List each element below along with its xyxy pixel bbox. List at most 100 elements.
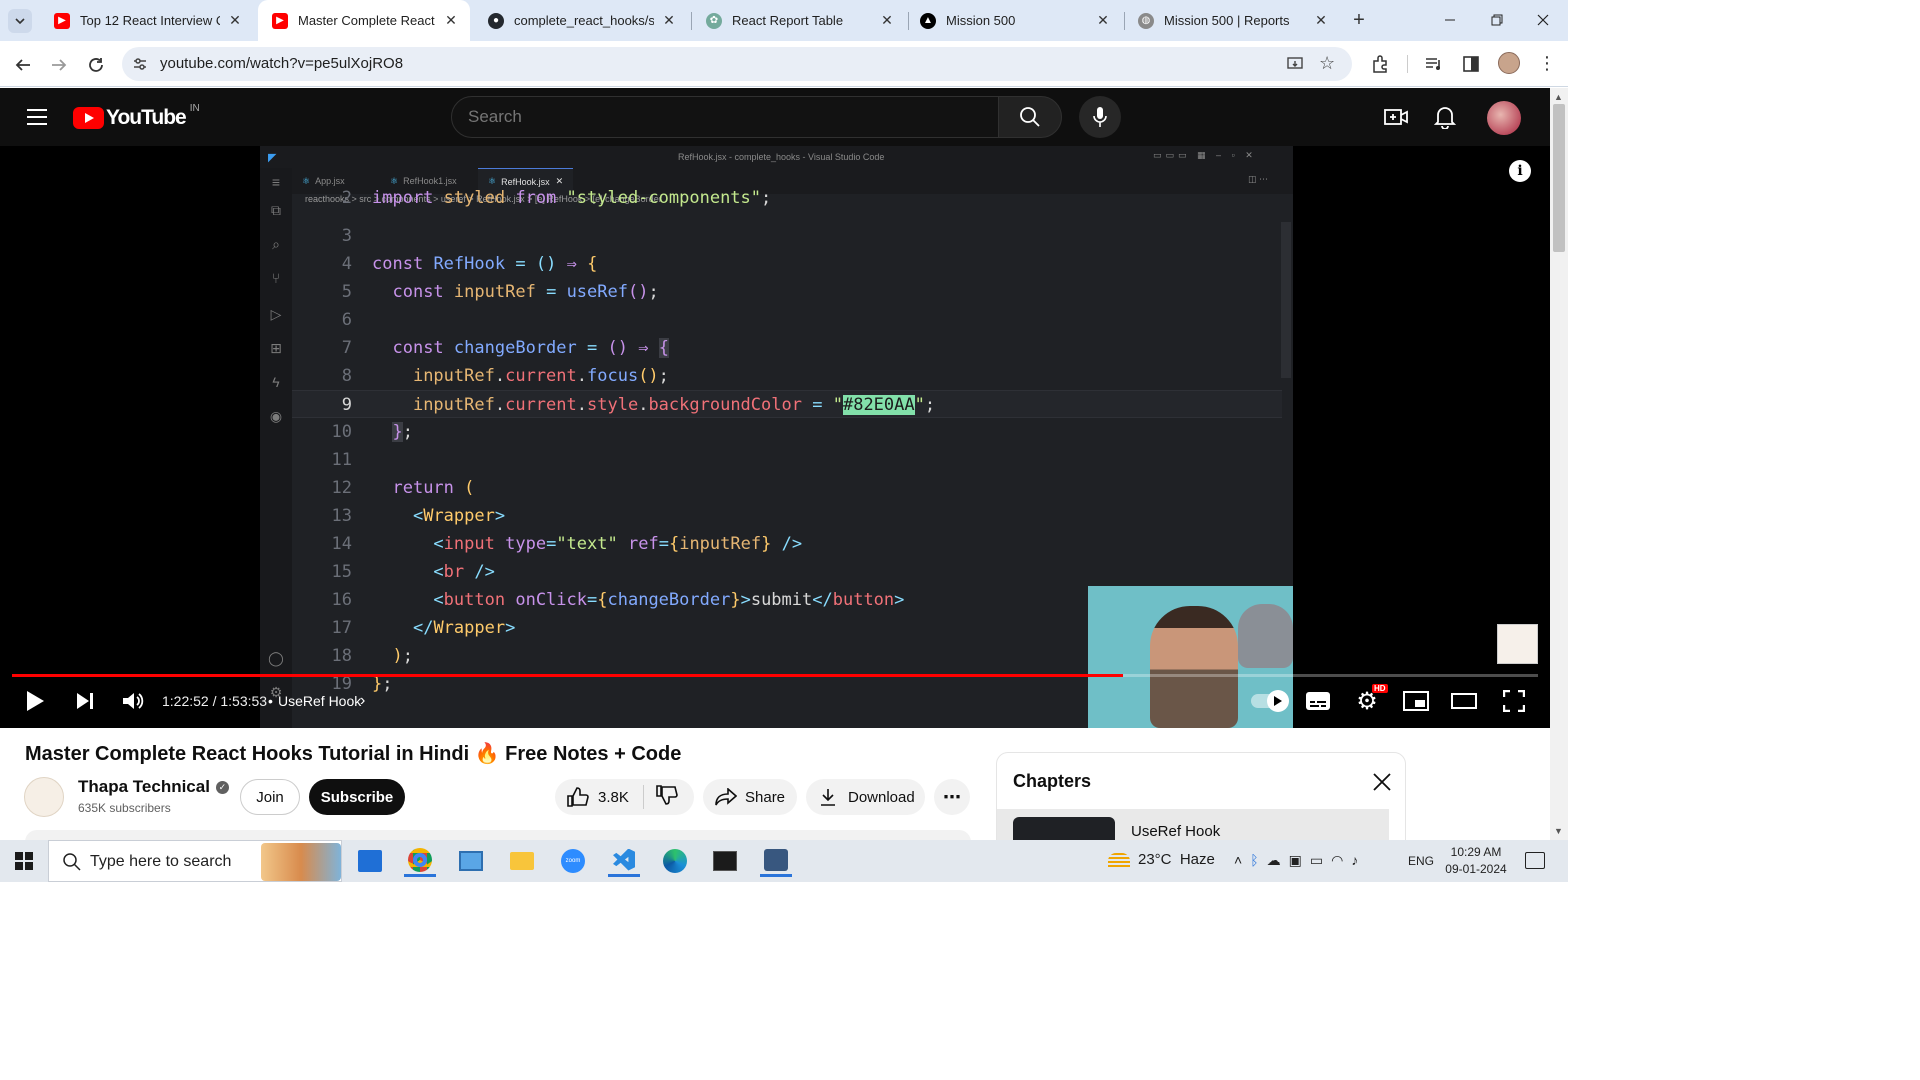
input-language[interactable]: ENG [1408, 854, 1434, 868]
more-actions-button[interactable]: ⋯ [934, 779, 970, 815]
browser-tab[interactable]: ▶ Top 12 React Interview Qu ✕ [40, 0, 254, 41]
vscode-taskbar-icon[interactable] [608, 845, 640, 877]
chevron-up-icon[interactable]: ˄ [1234, 852, 1250, 868]
scrollbar-thumb[interactable] [1553, 104, 1565, 252]
youtube-search-box[interactable] [451, 96, 999, 138]
speaker-icon[interactable]: ♪ [1351, 852, 1366, 868]
microsoft-store-icon[interactable] [354, 845, 386, 877]
browser-tab[interactable]: ◍ Mission 500 | Reports ✕ [1124, 0, 1340, 41]
install-app-icon[interactable] [1286, 55, 1304, 73]
subtitles-button[interactable] [1304, 686, 1332, 716]
video-player[interactable]: ◤ RefHook.jsx - complete_hooks - Visual … [0, 146, 1550, 728]
scroll-down-arrow-icon[interactable]: ▼ [1554, 826, 1563, 836]
search-icon [63, 853, 81, 871]
youtube-play-logo-icon [73, 107, 104, 129]
background-decoration [1238, 604, 1293, 668]
share-button[interactable]: Share [703, 779, 797, 815]
back-button[interactable] [10, 52, 36, 78]
search-button[interactable] [998, 96, 1062, 138]
clock[interactable]: 10:29 AM 09-01-2024 [1444, 844, 1508, 878]
progress-bar[interactable] [12, 674, 1538, 677]
edge-taskbar-icon[interactable] [659, 845, 691, 877]
hamburger-menu-icon[interactable] [26, 108, 48, 126]
file-explorer-icon[interactable] [506, 845, 538, 877]
tab-search-button[interactable] [8, 9, 32, 33]
taskbar-search-box[interactable]: Type here to search [48, 840, 342, 882]
browser-tab[interactable]: ✿ React Report Table ✕ [692, 0, 906, 41]
battery-icon[interactable]: ▭ [1310, 852, 1331, 868]
site-settings-icon[interactable] [132, 56, 148, 72]
theater-mode-button[interactable] [1450, 686, 1478, 716]
vercel-icon: ▲ [920, 12, 936, 29]
media-control-icon[interactable] [1424, 54, 1444, 74]
play-button[interactable] [20, 686, 50, 716]
channel-name[interactable]: Thapa Technical ✓ [78, 777, 229, 797]
start-button[interactable] [8, 845, 40, 877]
dislike-button[interactable] [644, 785, 678, 809]
terminal-icon[interactable] [709, 845, 741, 877]
channel-avatar[interactable] [24, 777, 64, 817]
close-tab-icon[interactable]: ✕ [1312, 12, 1330, 29]
volume-icon [123, 693, 144, 709]
forward-button[interactable] [46, 52, 72, 78]
profile-avatar[interactable] [1498, 52, 1520, 74]
youtube-account-avatar[interactable] [1487, 101, 1521, 135]
mute-button[interactable] [118, 686, 148, 716]
chrome-menu-icon[interactable]: ⋮ [1538, 53, 1556, 73]
close-chapters-button[interactable] [1371, 771, 1393, 793]
join-button[interactable]: Join [240, 779, 300, 815]
settings-button[interactable]: ⚙ HD [1352, 684, 1388, 716]
restore-window-icon[interactable] [1487, 10, 1507, 30]
close-tab-icon[interactable]: ✕ [442, 12, 460, 29]
download-icon [821, 789, 835, 806]
minimize-window-icon[interactable] [1440, 10, 1460, 30]
chevron-right-icon[interactable]: › [360, 692, 365, 710]
info-icon[interactable]: i [1509, 160, 1531, 182]
browser-tab[interactable]: ▲ Mission 500 ✕ [906, 0, 1122, 41]
bookmark-star-icon[interactable]: ☆ [1319, 54, 1337, 72]
wifi-icon[interactable]: ◠ [1331, 852, 1351, 868]
page-scrollbar[interactable]: ▲ ▼ [1550, 88, 1568, 840]
miniplayer-icon [1403, 691, 1429, 711]
side-panel-icon[interactable] [1461, 54, 1481, 74]
tray-icons[interactable]: ˄ᛒ☁▣▭◠♪ [1234, 852, 1366, 869]
reload-button[interactable] [83, 52, 109, 78]
subscribe-button[interactable]: Subscribe [309, 779, 405, 815]
like-button[interactable]: 3.8K [555, 787, 643, 807]
create-video-icon[interactable] [1384, 106, 1408, 128]
youtube-logo[interactable]: YouTube IN [73, 103, 200, 130]
miniplayer-button[interactable] [1402, 686, 1430, 716]
channel-watermark[interactable] [1497, 624, 1538, 664]
chapter-title[interactable]: UseRef Hook [278, 693, 361, 709]
chrome-taskbar-icon[interactable] [404, 845, 436, 877]
weather-widget[interactable]: 23°C Haze [1108, 851, 1215, 868]
code-line: 2 import styled from "styled-components"; [292, 184, 1282, 212]
search-input[interactable] [468, 107, 968, 127]
close-window-icon[interactable] [1533, 10, 1553, 30]
autoplay-toggle[interactable] [1250, 686, 1289, 716]
zoom-icon[interactable]: zoom [557, 845, 589, 877]
display-icon[interactable]: ▣ [1289, 852, 1310, 868]
close-tab-icon[interactable]: ✕ [660, 12, 678, 29]
close-tab-icon[interactable]: ✕ [1094, 12, 1112, 29]
notification-center-icon[interactable] [1525, 852, 1545, 869]
browser-tab-active[interactable]: ▶ Master Complete React Ho ✕ [258, 0, 470, 41]
cloud-icon[interactable]: ☁ [1267, 852, 1289, 868]
microphone-icon [1093, 107, 1107, 127]
close-tab-icon[interactable]: ✕ [878, 12, 896, 29]
voice-search-button[interactable] [1079, 96, 1121, 138]
download-button[interactable]: Download [806, 779, 925, 815]
next-video-button[interactable] [70, 686, 100, 716]
scroll-up-arrow-icon[interactable]: ▲ [1554, 92, 1563, 102]
chatgpt-icon: ✿ [706, 12, 722, 29]
notifications-bell-icon[interactable] [1433, 105, 1457, 130]
address-bar[interactable]: youtube.com/watch?v=pe5ulXojRO8 ☆ [122, 47, 1352, 81]
new-tab-button[interactable]: + [1346, 8, 1372, 34]
snipping-tool-icon[interactable] [760, 845, 792, 877]
fullscreen-button[interactable] [1500, 686, 1528, 716]
bluetooth-icon[interactable]: ᛒ [1250, 852, 1266, 868]
extensions-icon[interactable] [1370, 54, 1390, 74]
browser-tab[interactable]: ● complete_react_hooks/src/ ✕ [474, 0, 688, 41]
close-tab-icon[interactable]: ✕ [226, 12, 244, 29]
image-viewer-icon[interactable] [455, 845, 487, 877]
